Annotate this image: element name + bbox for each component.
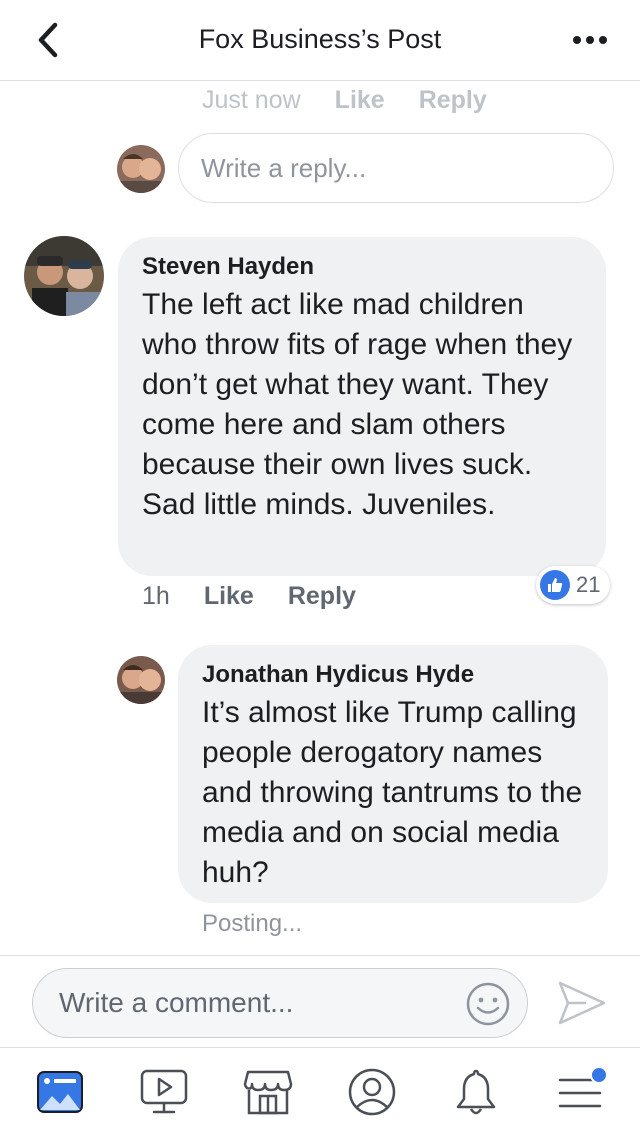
watch-icon [140,1069,188,1114]
reply-link[interactable]: Reply [419,86,487,115]
tab-marketplace[interactable] [238,1062,298,1122]
comment-input[interactable]: Write a comment... [32,968,528,1038]
emoji-icon[interactable] [465,981,511,1027]
current-user-avatar [117,145,165,193]
tab-news-feed[interactable] [30,1062,90,1122]
comment-author[interactable]: Steven Hayden [142,253,584,281]
comment-input-placeholder: Write a comment... [59,987,294,1018]
tab-profile[interactable] [342,1062,402,1122]
reply-link[interactable]: Reply [288,582,356,611]
comment-meta: 1h Like Reply [142,582,356,611]
reply-author-avatar[interactable] [117,656,165,704]
send-icon[interactable] [556,978,608,1028]
previous-reply-meta: Just now Like Reply [202,86,487,115]
comment-composer: Write a comment... [0,955,640,1048]
profile-icon [348,1068,396,1116]
more-button[interactable] [568,22,612,58]
reply-input-placeholder: Write a reply... [201,152,367,183]
more-dots-icon [573,36,607,44]
tab-menu[interactable] [550,1062,610,1122]
top-bar: Fox Business’s Post [0,0,640,81]
reply-timestamp: Just now [202,86,301,114]
reaction-count-badge[interactable]: 21 [536,566,611,604]
marketplace-icon [243,1070,293,1115]
posting-status: Posting... [202,910,303,937]
bottom-tab-bar [0,1047,640,1136]
like-reaction-icon [540,570,570,600]
comment-timestamp: 1h [142,582,170,610]
tab-watch[interactable] [134,1062,194,1122]
reply-bubble[interactable]: Jonathan Hydicus Hyde It’s almost like T… [178,645,608,903]
comment-text: The left act like mad children who throw… [142,288,573,521]
reaction-count: 21 [576,572,601,597]
like-link[interactable]: Like [204,582,254,611]
menu-notification-dot [590,1066,608,1084]
reply-input[interactable]: Write a reply... [178,133,614,203]
comment-bubble[interactable]: Steven Hayden The left act like mad chil… [118,237,606,576]
commenter-avatar[interactable] [24,236,104,316]
reply-author[interactable]: Jonathan Hydicus Hyde [202,661,588,689]
news-feed-icon [37,1071,83,1113]
reply-text: It’s almost like Trump calling people de… [202,696,583,889]
like-link[interactable]: Like [335,86,385,115]
tab-notifications[interactable] [446,1062,506,1122]
notifications-icon [456,1069,496,1115]
page-title: Fox Business’s Post [198,24,442,54]
